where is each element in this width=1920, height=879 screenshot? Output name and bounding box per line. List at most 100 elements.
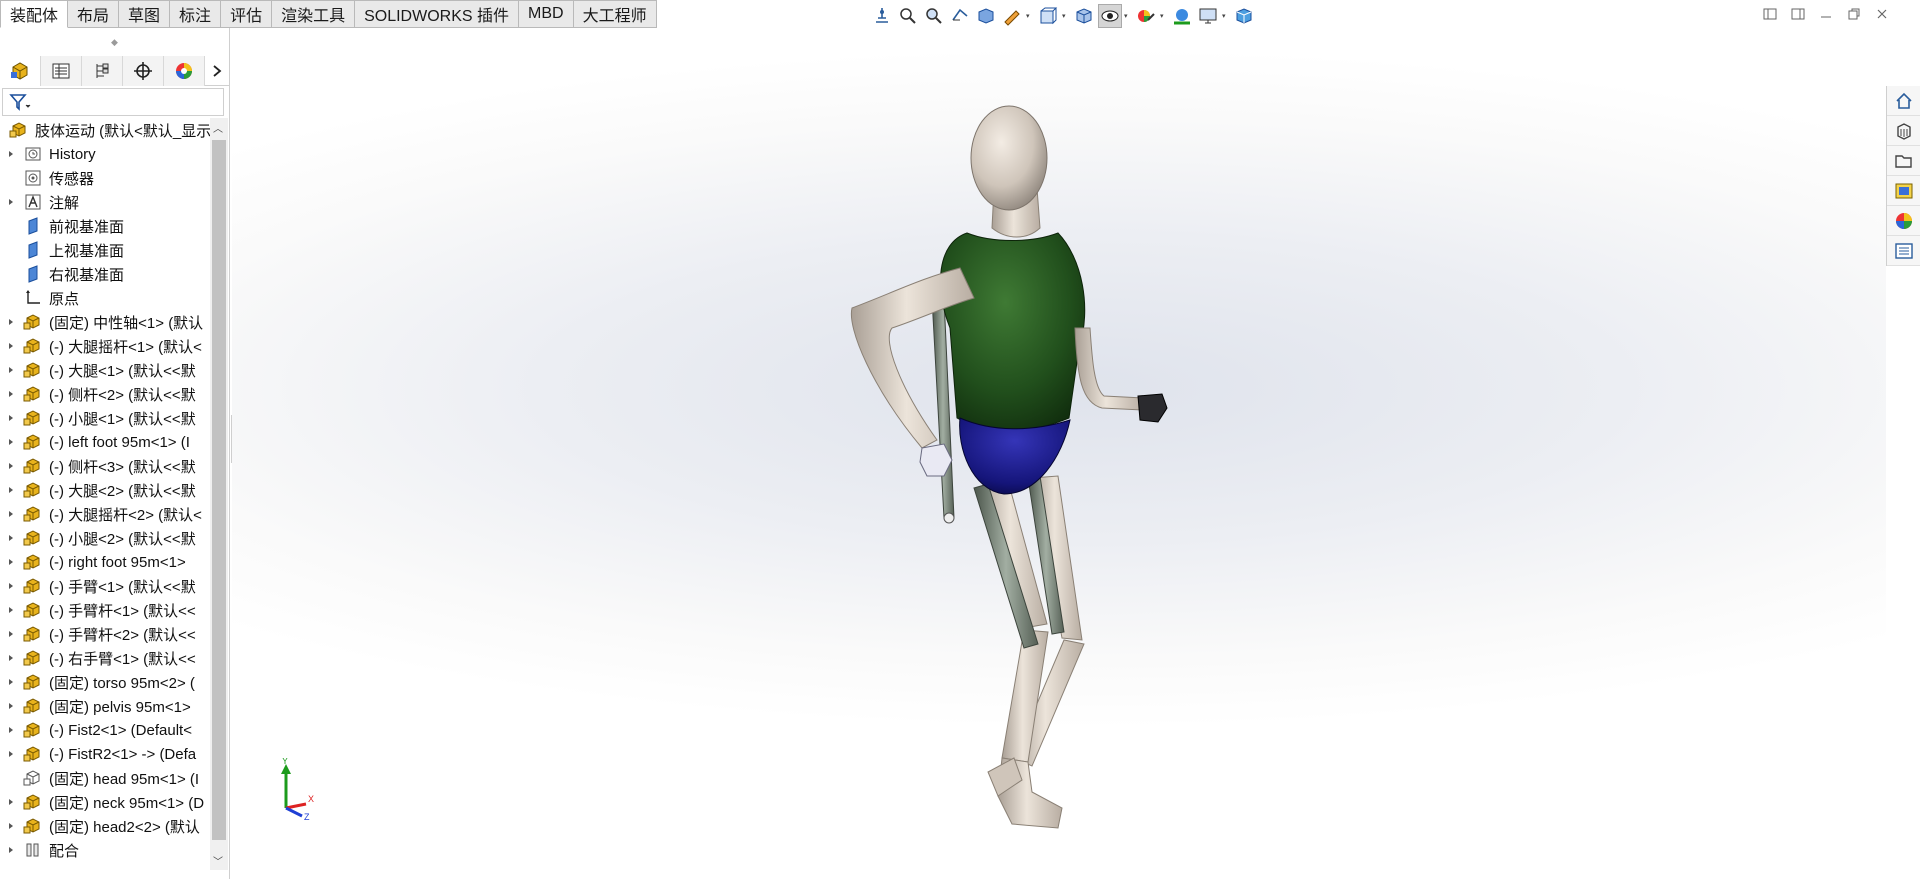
configuration-manager-tab[interactable] [82,56,123,86]
tree-item[interactable]: (-) 右手臂<1> (默认<< [0,646,212,670]
zoom-fit-button[interactable] [896,4,920,28]
chevron-up-icon[interactable]: ︿ [213,120,223,135]
tree-item[interactable]: (-) 手臂杆<1> (默认<< [0,598,212,622]
command-tab[interactable]: 布局 [68,0,120,28]
expand-arrow-icon[interactable] [0,678,22,686]
dropdown-arrow-icon[interactable]: ▾ [1062,12,1070,20]
zoom-area-button[interactable] [922,4,946,28]
command-tab[interactable]: 渲染工具 [272,0,356,28]
tree-item[interactable]: (-) 大腿摇杆<2> (默认< [0,502,212,526]
task-pane-view-palette[interactable] [1887,176,1920,206]
expand-arrow-icon[interactable] [0,822,22,830]
expand-arrow-icon[interactable] [0,750,22,758]
command-tab[interactable]: MBD [519,0,574,28]
tree-item[interactable]: (固定) neck 95m<1> (D [0,790,212,814]
task-pane-appearances[interactable] [1887,206,1920,236]
tree-item[interactable]: (-) 侧杆<2> (默认<<默 [0,382,212,406]
expand-arrow-icon[interactable] [0,582,22,590]
display-3d-button[interactable] [1232,4,1256,28]
tree-vertical-scrollbar[interactable]: ︿ ﹀ [210,118,228,870]
panel-grip[interactable]: ◆ [0,28,229,56]
expand-arrow-icon[interactable] [0,198,22,206]
apply-scene-button[interactable] [1170,4,1194,28]
close-button[interactable] [1874,6,1890,22]
dropdown-arrow-icon[interactable]: ▾ [1026,12,1034,20]
section-view-button[interactable] [974,4,998,28]
expand-arrow-icon[interactable] [0,462,22,470]
tree-item[interactable]: (固定) 中性轴<1> (默认 [0,310,212,334]
scroll-thumb[interactable] [212,140,226,840]
tree-item[interactable]: (-) 手臂<1> (默认<<默 [0,574,212,598]
tree-item[interactable]: 注解 [0,190,212,214]
task-pane-home[interactable] [1887,86,1920,116]
expand-arrow-icon[interactable] [0,726,22,734]
tree-item[interactable]: (-) right foot 95m<1> [0,550,212,574]
tree-item[interactable]: (-) 小腿<1> (默认<<默 [0,406,212,430]
view-normal-button[interactable] [870,4,894,28]
expand-arrow-icon[interactable] [0,702,22,710]
expand-arrow-icon[interactable] [0,438,22,446]
tree-item[interactable]: (-) left foot 95m<1> (I [0,430,212,454]
tree-item[interactable]: (-) 手臂杆<2> (默认<< [0,622,212,646]
tree-item[interactable]: (-) 大腿<2> (默认<<默 [0,478,212,502]
walking-mannequin-model[interactable] [232,28,1886,879]
hide-show-button[interactable] [1098,4,1122,28]
command-tab[interactable]: 草图 [119,0,171,28]
task-pane-file-explorer[interactable] [1887,146,1920,176]
tree-item[interactable]: (-) 侧杆<3> (默认<<默 [0,454,212,478]
dynamic-annotation-button[interactable] [1000,4,1024,28]
dropdown-arrow-icon[interactable]: ▾ [1160,12,1168,20]
tree-item[interactable]: (-) 大腿摇杆<1> (默认< [0,334,212,358]
graphics-area[interactable]: Y X Z [232,28,1886,879]
tree-item[interactable]: (-) FistR2<1> -> (Defa [0,742,212,766]
expand-arrow-icon[interactable] [0,846,22,854]
expand-arrow-icon[interactable] [0,150,22,158]
expand-arrow-icon[interactable] [0,342,22,350]
tree-item[interactable]: 前视基准面 [0,214,212,238]
property-manager-tab[interactable] [41,56,82,86]
head[interactable] [970,105,1048,211]
expand-arrow-icon[interactable] [0,798,22,806]
view-orientation-button[interactable] [1036,4,1060,28]
expand-arrow-icon[interactable] [0,558,22,566]
chevron-down-icon[interactable]: ﹀ [213,853,223,868]
command-tab[interactable]: 装配体 [0,0,69,28]
minimize-button[interactable] [1818,6,1834,22]
command-tab[interactable]: 标注 [170,0,222,28]
tree-item[interactable]: (固定) torso 95m<2> ( [0,670,212,694]
tile-right-button[interactable] [1790,6,1806,22]
rod-joint[interactable] [943,512,955,524]
command-tab[interactable]: SOLIDWORKS 插件 [355,0,520,28]
tree-item[interactable]: (固定) pelvis 95m<1> [0,694,212,718]
dropdown-arrow-icon[interactable]: ▾ [1124,12,1132,20]
expand-arrow-icon[interactable] [0,654,22,662]
dimxpert-manager-tab[interactable] [123,56,164,86]
expand-arrow-icon[interactable] [0,318,22,326]
tree-item[interactable]: (固定) head2<2> (默认 [0,814,212,838]
tree-item[interactable]: 右视基准面 [0,262,212,286]
previous-view-button[interactable] [948,4,972,28]
torso-shirt[interactable] [939,232,1086,432]
expand-arrow-icon[interactable] [0,510,22,518]
restore-button[interactable] [1846,6,1862,22]
display-style-button[interactable] [1072,4,1096,28]
right-fist[interactable] [1137,393,1168,423]
expand-arrow-icon[interactable] [0,390,22,398]
tree-item[interactable]: 上视基准面 [0,238,212,262]
right-arm[interactable] [1074,327,1145,411]
tree-root-assembly[interactable]: 肢体运动 (默认<默认_显示 [0,118,212,142]
tree-item[interactable]: 配合 [0,838,212,862]
tree-item[interactable]: (-) 大腿<1> (默认<<默 [0,358,212,382]
tree-item[interactable]: (固定) head 95m<1> (I [0,766,212,790]
expand-arrow-icon[interactable] [0,606,22,614]
command-tab[interactable]: 大工程师 [573,0,657,28]
tree-item[interactable]: 传感器 [0,166,212,190]
tree-item[interactable]: 原点 [0,286,212,310]
tree-item[interactable]: (-) 小腿<2> (默认<<默 [0,526,212,550]
tree-item[interactable]: History [0,142,212,166]
feature-manager-tab[interactable] [0,56,41,86]
command-tab[interactable]: 评估 [221,0,273,28]
task-pane-design-library[interactable] [1887,116,1920,146]
task-pane-custom-properties[interactable] [1887,236,1920,266]
expand-arrow-icon[interactable] [0,486,22,494]
